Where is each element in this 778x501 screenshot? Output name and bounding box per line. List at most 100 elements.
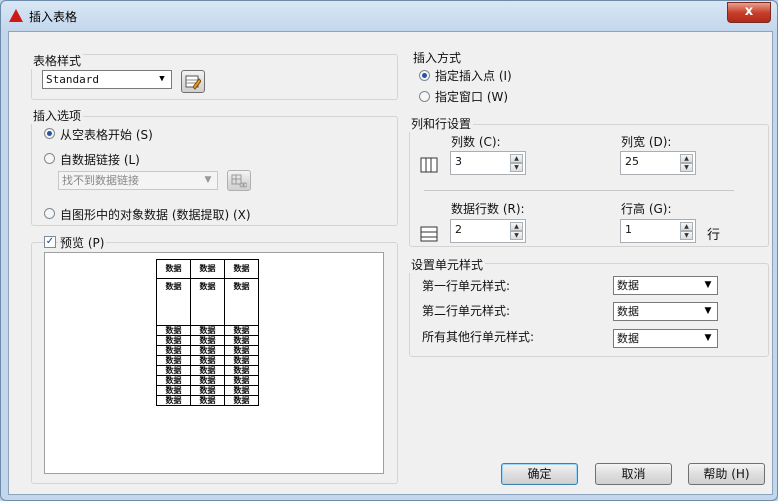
autocad-logo-icon xyxy=(9,9,23,22)
columns-spin-buttons[interactable]: ▲ ▼ xyxy=(510,154,523,172)
row-height-value[interactable]: 1 xyxy=(625,223,632,236)
preview-cell: 数据 xyxy=(224,355,259,366)
preview-cell: 数据 xyxy=(190,395,225,406)
preview-cell: 数据 xyxy=(190,259,225,279)
window-title: 插入表格 xyxy=(29,10,78,24)
preview-row: 数据 数据 数据 xyxy=(156,278,259,326)
preview-cell: 数据 xyxy=(156,278,191,326)
spin-up-icon[interactable]: ▲ xyxy=(510,154,523,163)
chevron-down-icon: ▼ xyxy=(159,74,165,84)
preview-cell: 数据 xyxy=(190,385,225,396)
from-drawing-label[interactable]: 自图形中的对象数据 (数据提取) (X) xyxy=(60,206,251,223)
preview-cell: 数据 xyxy=(224,259,259,279)
preview-row: 数据 数据 数据 xyxy=(156,365,259,376)
data-rows-value[interactable]: 2 xyxy=(455,223,462,236)
specify-point-label[interactable]: 指定插入点 (I) xyxy=(435,67,512,84)
data-link-value: 找不到数据链接 xyxy=(62,174,139,187)
from-empty-radio[interactable] xyxy=(44,128,55,139)
data-link-icon xyxy=(231,174,248,188)
col-row-group-title: 列和行设置 xyxy=(409,115,474,132)
first-row-style-select[interactable]: 数据 ▼ xyxy=(613,276,718,295)
data-rows-spin-buttons[interactable]: ▲ ▼ xyxy=(510,222,523,240)
spin-up-icon[interactable]: ▲ xyxy=(680,222,693,231)
preview-row: 数据 数据 数据 xyxy=(156,375,259,386)
preview-cell: 数据 xyxy=(156,365,191,376)
data-rows-spinner[interactable]: 2 ▲ ▼ xyxy=(450,219,526,243)
other-rows-style-value: 数据 xyxy=(617,332,639,345)
rows-icon xyxy=(420,226,438,242)
row-height-spin-buttons[interactable]: ▲ ▼ xyxy=(680,222,693,240)
preview-table: 数据 数据 数据 数据 数据 数据 数据 数据 数据 数据 数据 数据 数据 数据 数据 数据 数据 数据 数据 数据… xyxy=(156,259,259,406)
spin-down-icon[interactable]: ▼ xyxy=(680,231,693,240)
spin-up-icon[interactable]: ▲ xyxy=(510,222,523,231)
preview-cell: 数据 xyxy=(224,395,259,406)
preview-cell: 数据 xyxy=(190,278,225,326)
preview-cell: 数据 xyxy=(224,325,259,336)
columns-spinner[interactable]: 3 ▲ ▼ xyxy=(450,151,526,175)
preview-cell: 数据 xyxy=(190,325,225,336)
insert-table-dialog: 插入表格 x 表格样式 Standard ▼ 插入选项 从空表格开始 (S) 自… xyxy=(0,0,778,501)
preview-checkbox[interactable]: ✓ xyxy=(44,236,56,248)
table-style-selected: Standard xyxy=(46,73,99,86)
col-width-spinner[interactable]: 25 ▲ ▼ xyxy=(620,151,696,175)
preview-row: 数据 数据 数据 xyxy=(156,335,259,346)
second-row-style-label: 第二行单元样式: xyxy=(422,304,511,318)
preview-cell: 数据 xyxy=(156,375,191,386)
dialog-body: 表格样式 Standard ▼ 插入选项 从空表格开始 (S) 自数据链接 (L… xyxy=(8,31,773,495)
chevron-down-icon: ▼ xyxy=(204,175,212,185)
col-row-divider xyxy=(424,190,734,191)
preview-cell: 数据 xyxy=(190,375,225,386)
data-rows-label: 数据行数 (R): xyxy=(451,202,525,216)
specify-window-radio[interactable] xyxy=(419,91,430,102)
table-style-dialog-button[interactable] xyxy=(181,70,205,93)
preview-cell: 数据 xyxy=(224,385,259,396)
preview-cell: 数据 xyxy=(156,345,191,356)
preview-row: 数据 数据 数据 xyxy=(156,259,259,279)
preview-cell: 数据 xyxy=(190,355,225,366)
close-button[interactable]: x xyxy=(727,2,771,23)
row-unit-label: 行 xyxy=(707,228,721,243)
specify-point-radio[interactable] xyxy=(419,70,430,81)
col-width-spin-buttons[interactable]: ▲ ▼ xyxy=(680,154,693,172)
spin-up-icon[interactable]: ▲ xyxy=(680,154,693,163)
second-row-style-select[interactable]: 数据 ▼ xyxy=(613,302,718,321)
edit-table-style-icon xyxy=(185,75,202,90)
spin-down-icon[interactable]: ▼ xyxy=(680,163,693,172)
other-rows-style-label: 所有其他行单元样式: xyxy=(422,330,535,344)
insert-options-group-title: 插入选项 xyxy=(31,107,84,124)
help-button[interactable]: 帮助 (H) xyxy=(688,463,765,485)
preview-label[interactable]: 预览 (P) xyxy=(58,234,107,251)
table-style-select[interactable]: Standard ▼ xyxy=(42,70,172,89)
ok-button[interactable]: 确定 xyxy=(501,463,578,485)
preview-row: 数据 数据 数据 xyxy=(156,385,259,396)
preview-cell: 数据 xyxy=(156,325,191,336)
columns-icon xyxy=(420,157,438,173)
preview-cell: 数据 xyxy=(156,385,191,396)
columns-value[interactable]: 3 xyxy=(455,155,462,168)
preview-row: 数据 数据 数据 xyxy=(156,325,259,336)
preview-row: 数据 数据 数据 xyxy=(156,355,259,366)
from-data-link-label[interactable]: 自数据链接 (L) xyxy=(60,151,140,168)
preview-panel: 数据 数据 数据 数据 数据 数据 数据 数据 数据 数据 数据 数据 数据 数据 数据 数据 数据 数据 数据 数据… xyxy=(44,252,384,474)
title-bar[interactable]: 插入表格 x xyxy=(1,1,777,31)
preview-cell: 数据 xyxy=(190,345,225,356)
second-row-style-value: 数据 xyxy=(617,305,639,318)
preview-cell: 数据 xyxy=(156,335,191,346)
row-height-spinner[interactable]: 1 ▲ ▼ xyxy=(620,219,696,243)
spin-down-icon[interactable]: ▼ xyxy=(510,231,523,240)
col-width-value[interactable]: 25 xyxy=(625,155,639,168)
spin-down-icon[interactable]: ▼ xyxy=(510,163,523,172)
from-empty-label[interactable]: 从空表格开始 (S) xyxy=(60,126,153,143)
preview-row: 数据 数据 数据 xyxy=(156,395,259,406)
row-height-label: 行高 (G): xyxy=(621,202,672,216)
cell-styles-group-title: 设置单元样式 xyxy=(409,256,486,273)
other-rows-style-select[interactable]: 数据 ▼ xyxy=(613,329,718,348)
preview-cell: 数据 xyxy=(224,335,259,346)
preview-row: 数据 数据 数据 xyxy=(156,345,259,356)
specify-window-label[interactable]: 指定窗口 (W) xyxy=(435,88,508,105)
from-drawing-radio[interactable] xyxy=(44,208,55,219)
first-row-style-label: 第一行单元样式: xyxy=(422,279,511,293)
chevron-down-icon: ▼ xyxy=(704,333,712,343)
from-data-link-radio[interactable] xyxy=(44,153,55,164)
cancel-button[interactable]: 取消 xyxy=(595,463,672,485)
